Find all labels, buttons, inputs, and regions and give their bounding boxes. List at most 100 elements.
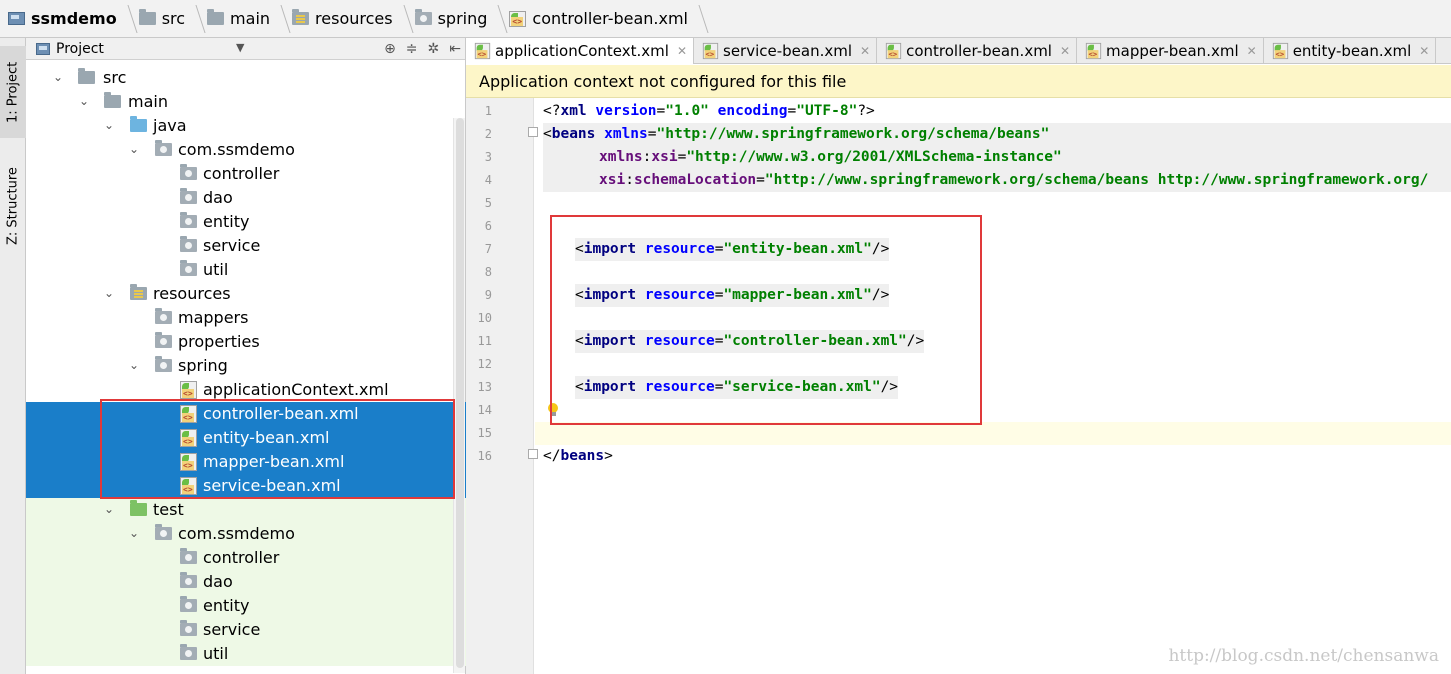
tree-row-test-dao[interactable]: dao (26, 570, 466, 594)
tab-entity-bean[interactable]: entity-bean.xml ✕ (1264, 38, 1437, 64)
tool-window-strip: 1: Project Z: Structure (0, 38, 26, 674)
tree-label: entity-bean.xml (203, 428, 330, 447)
tree-label: com.ssmdemo (178, 140, 295, 159)
breadcrumb-label: ssmdemo (31, 9, 117, 28)
tree-row-service[interactable]: service (26, 234, 466, 258)
line-number: 14 (477, 403, 492, 417)
line-number: 6 (484, 219, 492, 233)
line-number: 10 (477, 311, 492, 325)
folder-icon (138, 9, 156, 25)
tree-label: spring (178, 356, 228, 375)
close-icon[interactable]: ✕ (1419, 44, 1429, 58)
notification-text: Application context not configured for t… (479, 71, 847, 91)
chevron-down-icon[interactable]: ⌄ (103, 287, 115, 299)
notification-bar: Application context not configured for t… (466, 65, 1451, 98)
tree-row-package[interactable]: ⌄ com.ssmdemo (26, 138, 466, 162)
breadcrumb-item-main[interactable]: main (207, 0, 288, 38)
line-number: 13 (477, 380, 492, 394)
editor-gutter: 1 2 3 4 5 6 7 8 9 10 11 12 13 14 15 16 (466, 98, 538, 674)
tree-scrollbar[interactable] (453, 118, 465, 673)
resources-folder-icon (292, 9, 310, 25)
tree-row-main[interactable]: ⌄ main (26, 90, 466, 114)
tree-row-test-package[interactable]: ⌄ com.ssmdemo (26, 522, 466, 546)
tree-scrollbar-thumb[interactable] (456, 118, 464, 668)
package-icon (180, 188, 197, 204)
chevron-down-icon[interactable]: ⌄ (128, 527, 140, 539)
lightbulb-icon[interactable] (547, 403, 559, 417)
tree-row-dao[interactable]: dao (26, 186, 466, 210)
package-icon (155, 140, 172, 156)
tab-mapper-bean[interactable]: mapper-bean.xml ✕ (1077, 38, 1264, 64)
line-number: 2 (484, 127, 492, 141)
tree-row-mapper-bean[interactable]: mapper-bean.xml (26, 450, 466, 474)
breadcrumb-item-project[interactable]: ssmdemo (8, 0, 135, 38)
tab-label: mapper-bean.xml (1106, 42, 1239, 60)
spring-xml-file-icon (180, 405, 197, 423)
line-number: 11 (477, 334, 492, 348)
tree-row-java[interactable]: ⌄ java (26, 114, 466, 138)
breadcrumb-item-file[interactable]: controller-bean.xml (509, 0, 706, 38)
tree-row-test-controller[interactable]: controller (26, 546, 466, 570)
tree-row-service-bean[interactable]: service-bean.xml (26, 474, 466, 498)
tree-label: mapper-bean.xml (203, 452, 345, 471)
close-icon[interactable]: ✕ (1247, 44, 1257, 58)
chevron-down-icon[interactable]: ⌄ (128, 359, 140, 371)
chevron-down-icon[interactable]: ⌄ (103, 503, 115, 515)
tab-label: applicationContext.xml (495, 42, 669, 60)
code-editor[interactable]: 1 2 3 4 5 6 7 8 9 10 11 12 13 14 15 16 <… (466, 98, 1451, 674)
hide-panel-icon[interactable]: ⇤ (449, 41, 461, 57)
breadcrumb-label: src (161, 9, 186, 28)
breadcrumb-label: spring (437, 9, 488, 28)
tree-row-test-service[interactable]: service (26, 618, 466, 642)
tree-row-entity-bean[interactable]: entity-bean.xml (26, 426, 466, 450)
code-line: xmlns:xsi="http://www.w3.org/2001/XMLSch… (543, 146, 1451, 169)
tree-row-controller-bean[interactable]: controller-bean.xml (26, 402, 466, 426)
close-icon[interactable]: ✕ (1060, 44, 1070, 58)
package-icon (180, 572, 197, 588)
tree-row-controller[interactable]: controller (26, 162, 466, 186)
chevron-down-icon[interactable]: ⌄ (103, 119, 115, 131)
tree-row-test-util[interactable]: util (26, 642, 466, 666)
close-icon[interactable]: ✕ (677, 44, 687, 58)
tree-row-applicationcontext[interactable]: applicationContext.xml (26, 378, 466, 402)
package-icon (180, 620, 197, 636)
collapse-all-icon[interactable]: ≑ (406, 41, 418, 57)
code-line: <?xml version="1.0" encoding="UTF-8"?> (543, 103, 875, 119)
spring-xml-file-icon (474, 42, 491, 60)
code-line: </beans> (543, 448, 613, 464)
line-number: 9 (484, 288, 492, 302)
tree-row-test[interactable]: ⌄ test (26, 498, 466, 522)
breadcrumb-item-spring[interactable]: spring (414, 0, 506, 38)
gear-icon[interactable]: ✲ (428, 41, 440, 57)
chevron-down-icon[interactable]: ⌄ (52, 71, 64, 83)
structure-tool-tab[interactable]: Z: Structure (0, 156, 26, 256)
tree-label: util (203, 260, 229, 279)
tree-row-src[interactable]: ⌄ src (26, 66, 466, 90)
project-tool-tab[interactable]: 1: Project (0, 46, 26, 138)
breadcrumb-item-src[interactable]: src (138, 0, 203, 38)
line-number: 5 (484, 196, 492, 210)
project-view-selector[interactable]: Project (56, 41, 104, 57)
tree-row-properties[interactable]: properties (26, 330, 466, 354)
tree-row-util[interactable]: util (26, 258, 466, 282)
code-area[interactable]: <?xml version="1.0" encoding="UTF-8"?> <… (535, 98, 1451, 674)
chevron-down-icon[interactable]: ▼ (236, 41, 244, 54)
tab-applicationcontext[interactable]: applicationContext.xml ✕ (466, 38, 694, 64)
tree-row-resources[interactable]: ⌄ resources (26, 282, 466, 306)
project-panel-header: Project ▼ ⊕ ≑ ✲ ⇤ (26, 38, 465, 60)
tree-label: entity (203, 596, 250, 615)
spring-xml-file-icon (509, 10, 527, 27)
tree-label: dao (203, 188, 233, 207)
tab-controller-bean[interactable]: controller-bean.xml ✕ (877, 38, 1078, 64)
chevron-down-icon[interactable]: ⌄ (78, 95, 90, 107)
chevron-down-icon[interactable]: ⌄ (128, 143, 140, 155)
locate-file-icon[interactable]: ⊕ (384, 41, 396, 57)
breadcrumb-item-resources[interactable]: resources (292, 0, 411, 38)
tree-label: dao (203, 572, 233, 591)
tree-row-spring[interactable]: ⌄ spring (26, 354, 466, 378)
close-icon[interactable]: ✕ (860, 44, 870, 58)
tree-row-mappers[interactable]: mappers (26, 306, 466, 330)
tab-service-bean[interactable]: service-bean.xml ✕ (694, 38, 878, 64)
tree-row-entity[interactable]: entity (26, 210, 466, 234)
tree-row-test-entity[interactable]: entity (26, 594, 466, 618)
